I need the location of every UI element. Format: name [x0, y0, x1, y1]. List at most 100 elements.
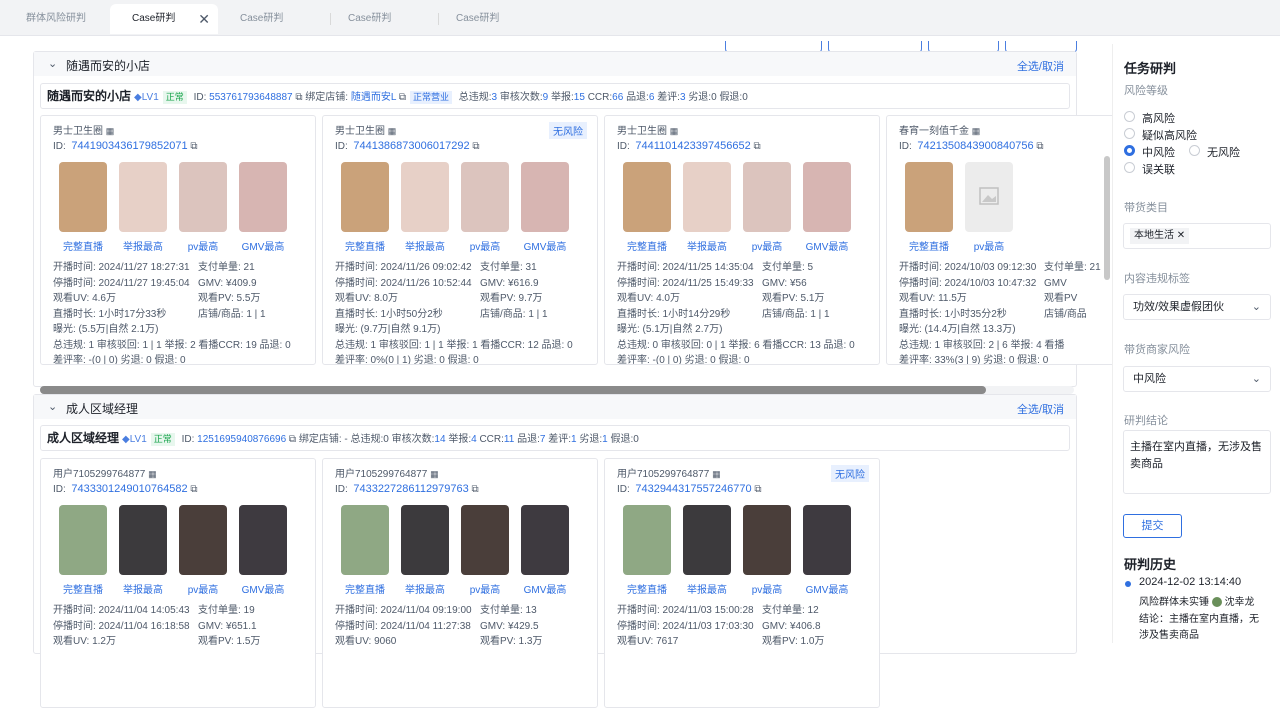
radio-suspect-high[interactable]: [1124, 128, 1135, 139]
thumbnail-label[interactable]: GMV最高: [228, 581, 298, 596]
scrollbar-thumb[interactable]: [40, 386, 986, 394]
select-all-link[interactable]: 全选/取消: [1017, 401, 1064, 417]
thumbnail-label[interactable]: pv最高: [954, 238, 1024, 253]
qr-icon[interactable]: ▦: [972, 126, 981, 136]
chevron-down-icon[interactable]: ⌄: [48, 57, 57, 70]
thumbnail[interactable]: [743, 162, 791, 232]
thumbnail[interactable]: [239, 505, 287, 575]
qr-icon[interactable]: ▦: [106, 126, 115, 136]
room-id-value[interactable]: 7441903436179852071: [71, 140, 187, 152]
stat-value[interactable]: 66: [612, 92, 623, 103]
horizontal-scrollbar[interactable]: [40, 386, 1074, 394]
thumbnail[interactable]: [119, 162, 167, 232]
tab-case-2[interactable]: Case研判: [218, 4, 326, 34]
tab-group-risk[interactable]: 群体风险研判: [4, 4, 112, 34]
group-header[interactable]: ⌄ 随遇而安的小店 全选/取消: [34, 52, 1076, 76]
stat-value[interactable]: 6: [649, 92, 655, 103]
thumbnail[interactable]: [401, 505, 449, 575]
radio-misassociated[interactable]: [1124, 162, 1135, 173]
stat-value[interactable]: 14: [434, 434, 445, 445]
live-card[interactable]: 用户7105299764877 ▦ ID: 7433301249010764582…: [40, 458, 316, 708]
tab-case-active[interactable]: Case研判 ✕: [110, 4, 218, 34]
thumbnail[interactable]: [683, 505, 731, 575]
stat-value[interactable]: 3: [680, 92, 686, 103]
qr-icon[interactable]: ▦: [388, 126, 397, 136]
thumbnail[interactable]: [623, 162, 671, 232]
thumbnail[interactable]: [239, 162, 287, 232]
thumbnail[interactable]: [905, 162, 953, 232]
merchant-risk-select[interactable]: 中风险 ⌄: [1123, 366, 1271, 392]
thumbnail[interactable]: [179, 162, 227, 232]
thumbnail[interactable]: [179, 505, 227, 575]
thumbnail[interactable]: [461, 505, 509, 575]
room-id-value[interactable]: 7441101423397456652: [635, 140, 750, 152]
live-card[interactable]: 用户7105299764877 ▦ 无风险 ID: 7432944317557246…: [604, 458, 880, 708]
shop-id[interactable]: 553761793648887: [209, 92, 292, 103]
copy-icon[interactable]: ⧉: [190, 484, 197, 495]
thumbnail-label[interactable]: GMV最高: [510, 238, 580, 253]
thumbnail[interactable]: [803, 162, 851, 232]
violation-select[interactable]: 功效/效果虚假团伙 ⌄: [1123, 294, 1271, 320]
category-select[interactable]: 本地生活 ✕: [1123, 223, 1271, 249]
image-placeholder-icon[interactable]: [965, 162, 1013, 232]
bind-shop[interactable]: 随遇而安L: [351, 92, 396, 103]
copy-icon[interactable]: ⧉: [190, 141, 197, 152]
live-card[interactable]: 男士卫生圈 ▦ ID: 7441903436179852071 ⧉ 完整直播 举报最高…: [40, 115, 316, 365]
copy-icon[interactable]: ⧉: [472, 141, 479, 152]
qr-icon[interactable]: ▦: [430, 469, 439, 479]
thumbnail[interactable]: [401, 162, 449, 232]
select-all-link[interactable]: 全选/取消: [1017, 58, 1064, 74]
live-card[interactable]: 用户7105299764877 ▦ ID: 7433227286112979763…: [322, 458, 598, 708]
thumbnail[interactable]: [461, 162, 509, 232]
chevron-down-icon[interactable]: ⌄: [48, 400, 57, 413]
live-card[interactable]: 男士卫生圈 ▦ 无风险 ID: 7441386873006017292 ⧉ 完整直播举…: [322, 115, 598, 365]
copy-icon[interactable]: ⧉: [295, 92, 302, 103]
thumbnail[interactable]: [59, 505, 107, 575]
room-id-value[interactable]: 7433301249010764582: [71, 483, 187, 495]
thumbnail[interactable]: [743, 505, 791, 575]
radio-high-risk[interactable]: [1124, 111, 1135, 122]
shop-id[interactable]: 1251695940876696: [197, 434, 286, 445]
live-card[interactable]: 男士卫生圈 ▦ ID: 7441101423397456652 ⧉ 完整直播 举报最高…: [604, 115, 880, 365]
stat-value[interactable]: 1: [602, 434, 608, 445]
stat-value[interactable]: 9: [543, 92, 549, 103]
stat-value[interactable]: 15: [574, 92, 585, 103]
copy-icon[interactable]: ⧉: [289, 434, 296, 445]
room-id-value[interactable]: 7441386873006017292: [353, 140, 469, 152]
room-id-value[interactable]: 7432944317557246770: [635, 483, 751, 495]
copy-icon[interactable]: ⧉: [754, 484, 761, 495]
thumbnail[interactable]: [59, 162, 107, 232]
tab-case-3[interactable]: Case研判: [326, 4, 434, 34]
stat-value[interactable]: 3: [492, 92, 498, 103]
thumbnail[interactable]: [683, 162, 731, 232]
thumbnail-label[interactable]: GMV最高: [228, 238, 298, 253]
copy-icon[interactable]: ⧉: [754, 141, 761, 152]
copy-icon[interactable]: ⧉: [399, 92, 406, 103]
thumbnail-label[interactable]: GMV最高: [792, 581, 862, 596]
close-icon[interactable]: ✕: [198, 4, 210, 34]
copy-icon[interactable]: ⧉: [1036, 141, 1043, 152]
radio-no-risk[interactable]: [1189, 145, 1200, 156]
thumbnail-label[interactable]: GMV最高: [510, 581, 580, 596]
close-icon[interactable]: ✕: [1177, 230, 1185, 241]
stat-value[interactable]: 4: [471, 434, 477, 445]
thumbnail[interactable]: [521, 162, 569, 232]
qr-icon[interactable]: ▦: [712, 469, 721, 479]
copy-icon[interactable]: ⧉: [472, 484, 479, 495]
stat-value[interactable]: 11: [504, 434, 514, 445]
vertical-scrollbar[interactable]: [1104, 156, 1110, 280]
thumbnail[interactable]: [803, 505, 851, 575]
thumbnail[interactable]: [119, 505, 167, 575]
thumbnail-label[interactable]: GMV最高: [792, 238, 862, 253]
thumbnail[interactable]: [341, 505, 389, 575]
stat-value[interactable]: 7: [540, 434, 546, 445]
qr-icon[interactable]: ▦: [148, 469, 157, 479]
tab-case-4[interactable]: Case研判: [434, 4, 542, 34]
radio-medium-risk[interactable]: [1124, 145, 1135, 156]
thumbnail[interactable]: [623, 505, 671, 575]
stat-value[interactable]: 1: [571, 434, 577, 445]
qr-icon[interactable]: ▦: [670, 126, 679, 136]
group-header[interactable]: ⌄ 成人区域经理 全选/取消: [34, 395, 1076, 419]
room-id-value[interactable]: 7421350843900840756: [917, 140, 1033, 152]
submit-button[interactable]: 提交: [1123, 514, 1182, 538]
